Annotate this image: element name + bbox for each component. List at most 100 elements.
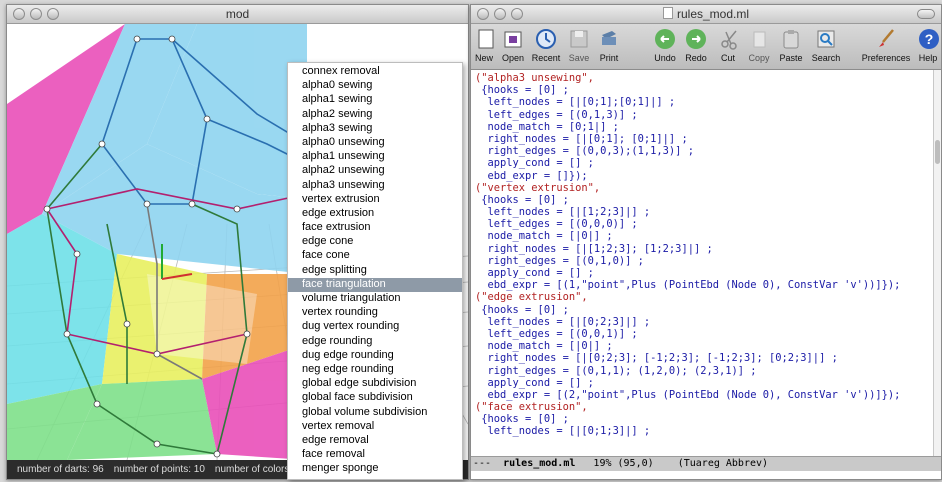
code-line: right_edges = [(0,0,3);(1,1,3)] ; <box>475 145 694 158</box>
editor-window: rules_mod.ml New Open Recent Save Print … <box>470 4 942 480</box>
print-label: Print <box>599 53 619 63</box>
cut-label: Cut <box>720 53 735 63</box>
help-label: Help <box>918 53 938 63</box>
code-line: right_edges = [(0,1,0)] ; <box>475 254 644 267</box>
save-icon <box>570 30 588 48</box>
points-count: number of points: 10 <box>113 464 205 475</box>
undo-icon <box>655 29 675 49</box>
copy-icon <box>753 31 766 48</box>
print-icon <box>602 31 616 45</box>
menu-item-vertex-extrusion[interactable]: vertex extrusion <box>288 193 462 207</box>
code-line: ebd_expr = [(1,"point",Plus (PointEbd (N… <box>475 279 901 292</box>
help-icon: ? <box>919 29 939 49</box>
menu-item-vertex-removal[interactable]: vertex removal <box>288 420 462 434</box>
open-button[interactable]: Open <box>501 27 525 63</box>
editor-scrollbar[interactable] <box>933 70 941 457</box>
code-line: left_edges = [(0,0,0)] ; <box>475 218 638 231</box>
code-line: apply_cond = [] ; <box>475 267 594 279</box>
new-button[interactable]: New <box>474 27 494 63</box>
menu-item-alpha2-unsewing[interactable]: alpha2 unsewing <box>288 164 462 178</box>
menu-item-menger-sponge[interactable]: menger sponge <box>288 462 462 476</box>
code-line: left_nodes = [|[0;2;3]|] ; <box>475 315 651 328</box>
code-line: ("vertex extrusion", <box>475 181 601 194</box>
menu-item-edge-removal[interactable]: edge removal <box>288 434 462 448</box>
modeline-filename: rules_mod.ml <box>503 458 576 469</box>
menu-item-dug-vertex-rounding[interactable]: dug vertex rounding <box>288 320 462 334</box>
menu-item-alpha2-sewing[interactable]: alpha2 sewing <box>288 108 462 122</box>
paste-label: Paste <box>779 53 803 63</box>
code-line: ebd_expr = []}); <box>475 169 588 182</box>
scrollbar-thumb[interactable] <box>935 140 940 164</box>
editor-title: rules_mod.ml <box>471 7 941 21</box>
redo-label: Redo <box>685 53 707 63</box>
darts-count: number of darts: 96 <box>17 464 104 475</box>
redo-button[interactable]: Redo <box>684 27 708 63</box>
print-button[interactable]: Print <box>597 27 621 63</box>
search-button[interactable]: Search <box>811 27 841 63</box>
menu-item-face-triangulation[interactable]: face triangulation <box>288 277 462 292</box>
preferences-button[interactable]: Preferences <box>861 27 911 63</box>
modeline-prefix: --- <box>473 458 504 469</box>
paste-button[interactable]: Paste <box>778 27 804 63</box>
code-line: node_match = [|0|] ; <box>475 340 613 353</box>
menu-item-alpha1-unsewing[interactable]: alpha1 unsewing <box>288 150 462 164</box>
preferences-label: Preferences <box>861 53 911 63</box>
cut-button[interactable]: Cut <box>718 27 738 63</box>
code-line: right_nodes = [|[1;2;3]; [1;2;3]|] ; <box>475 242 713 255</box>
code-line: {hooks = [0] ; <box>475 84 569 97</box>
new-label: New <box>474 53 493 63</box>
save-label: Save <box>568 53 590 63</box>
recent-label: Recent <box>531 53 561 63</box>
menu-item-edge-cone[interactable]: edge cone <box>288 235 462 249</box>
menu-item-neg-edge-rounding[interactable]: neg edge rounding <box>288 363 462 377</box>
scissors-icon <box>721 30 737 50</box>
menu-item-alpha0-sewing[interactable]: alpha0 sewing <box>288 79 462 93</box>
editor-title-text: rules_mod.ml <box>676 7 750 21</box>
menu-item-alpha0-unsewing[interactable]: alpha0 unsewing <box>288 136 462 150</box>
clock-icon <box>536 29 556 49</box>
menu-item-face-cone[interactable]: face cone <box>288 249 462 263</box>
help-button[interactable]: ? Help <box>917 27 939 63</box>
code-line: ebd_expr = [(2,"point",Plus (PointEbd (N… <box>475 388 901 401</box>
code-line: left_nodes = [|[0;1;3]|] ; <box>475 425 651 438</box>
menu-item-edge-rounding[interactable]: edge rounding <box>288 335 462 349</box>
menu-item-dug-edge-rounding[interactable]: dug edge rounding <box>288 349 462 363</box>
redo-icon <box>686 29 706 49</box>
menu-item-connex-removal[interactable]: connex removal <box>288 65 462 79</box>
rules-popup-menu: connex removal alpha0 sewing alpha1 sewi… <box>287 62 463 480</box>
viewer-title: mod <box>225 7 250 21</box>
menu-item-face-removal[interactable]: face removal <box>288 448 462 462</box>
menu-item-edge-extrusion[interactable]: edge extrusion <box>288 207 462 221</box>
viewer-titlebar: mod <box>7 5 468 24</box>
toolbar-toggle-button[interactable] <box>917 9 935 19</box>
editor-titlebar: rules_mod.ml <box>471 5 941 24</box>
menu-item-volume-triangulation[interactable]: volume triangulation <box>288 292 462 306</box>
menu-item-global-volume-subdivision[interactable]: global volume subdivision <box>288 406 462 420</box>
copy-label: Copy <box>748 53 770 63</box>
code-line: left_edges = [(0,1,3)] ; <box>475 108 638 121</box>
menu-item-global-edge-subdivision[interactable]: global edge subdivision <box>288 377 462 391</box>
menu-item-alpha3-unsewing[interactable]: alpha3 unsewing <box>288 179 462 193</box>
code-line: right_edges = [(0,1,1); (1,2,0); (2,3,1)… <box>475 364 757 377</box>
code-line: right_nodes = [|[0;2;3]; [-1;2;3]; [-1;2… <box>475 352 838 365</box>
menu-item-alpha3-sewing[interactable]: alpha3 sewing <box>288 122 462 136</box>
modeline-position: 19% (95,0) <box>575 458 678 469</box>
search-label: Search <box>811 53 841 63</box>
menu-item-vertex-rounding[interactable]: vertex rounding <box>288 306 462 320</box>
code-editor[interactable]: ("alpha3 unsewing", {hooks = [0] ; left_… <box>471 70 934 457</box>
menu-item-edge-splitting[interactable]: edge splitting <box>288 264 462 278</box>
undo-button[interactable]: Undo <box>653 27 677 63</box>
copy-button[interactable]: Copy <box>747 27 771 63</box>
code-line: {hooks = [0] ; <box>475 193 569 206</box>
colors-count: number of colors: <box>214 464 293 475</box>
code-line: {hooks = [0] ; <box>475 413 569 426</box>
document-icon <box>662 7 673 19</box>
menu-item-alpha1-sewing[interactable]: alpha1 sewing <box>288 93 462 107</box>
new-file-icon <box>478 29 494 49</box>
menu-item-global-face-subdivision[interactable]: global face subdivision <box>288 391 462 405</box>
menu-item-face-extrusion[interactable]: face extrusion <box>288 221 462 235</box>
recent-button[interactable]: Recent <box>531 27 561 63</box>
svg-text:?: ? <box>925 31 934 47</box>
code-line: ("face extrusion", <box>475 401 588 414</box>
save-button[interactable]: Save <box>567 27 591 63</box>
